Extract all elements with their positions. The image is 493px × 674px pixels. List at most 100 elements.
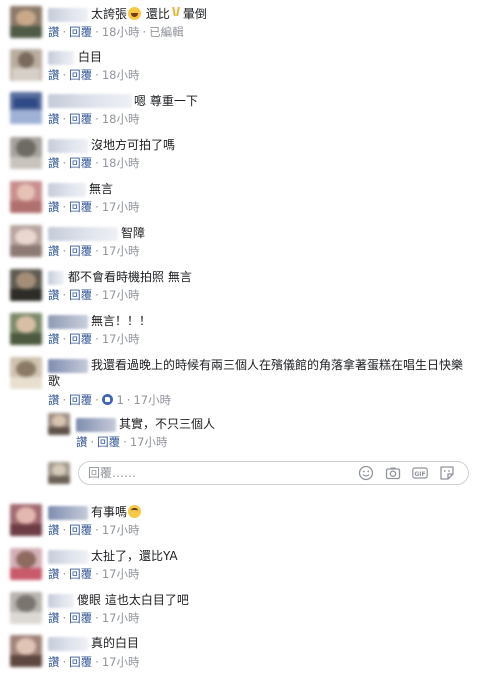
sticker-icon[interactable]: [439, 465, 455, 481]
reply-button[interactable]: 回覆: [69, 200, 92, 214]
commenter-name[interactable]: [48, 94, 132, 108]
reply-input[interactable]: 回覆…… GIF: [78, 461, 469, 485]
commenter-name[interactable]: [48, 139, 88, 153]
avatar[interactable]: [10, 357, 42, 389]
avatar[interactable]: [10, 592, 42, 624]
timestamp[interactable]: 17小時: [102, 244, 140, 258]
like-button[interactable]: 讚: [48, 332, 60, 346]
comment-actions: 讚 · 回覆 · 18小時: [48, 156, 139, 170]
like-button[interactable]: 讚: [48, 200, 60, 214]
comment-actions: 讚 · 回覆 · 17小時: [48, 567, 139, 581]
reply-button[interactable]: 回覆: [69, 244, 92, 258]
separator: ·: [62, 68, 67, 82]
like-button[interactable]: 讚: [48, 112, 60, 126]
gif-icon[interactable]: GIF: [412, 465, 428, 481]
avatar[interactable]: [10, 313, 42, 345]
reply-button[interactable]: 回覆: [69, 393, 92, 407]
camera-icon[interactable]: [385, 465, 401, 481]
reply-button[interactable]: 回覆: [69, 332, 92, 346]
commenter-name[interactable]: [48, 8, 88, 22]
timestamp[interactable]: 17小時: [102, 288, 140, 302]
comment-actions: 讚 · 回覆 · 17小時: [48, 611, 139, 625]
reply-button[interactable]: 回覆: [69, 611, 92, 625]
avatar[interactable]: [10, 181, 42, 213]
separator: ·: [95, 112, 99, 126]
reply-button[interactable]: 回覆: [69, 655, 92, 669]
comment-actions: 讚 · 回覆 · 17小時: [76, 435, 167, 449]
timestamp[interactable]: 17小時: [102, 523, 140, 537]
timestamp[interactable]: 17小時: [102, 567, 140, 581]
comment: 嗯 尊重一下 讚 · 回覆 · 18小時: [0, 88, 493, 132]
commenter-name[interactable]: [48, 594, 74, 608]
commenter-name[interactable]: [48, 315, 88, 329]
comment-text-part: 太誇張: [91, 7, 128, 21]
timestamp[interactable]: 17小時: [130, 435, 168, 449]
reply-button[interactable]: 回覆: [69, 523, 92, 537]
timestamp[interactable]: 18小時: [102, 156, 140, 170]
like-button[interactable]: 讚: [76, 435, 88, 449]
avatar[interactable]: [48, 413, 70, 435]
separator: ·: [62, 244, 67, 258]
commenter-name[interactable]: [48, 271, 64, 285]
reply-button[interactable]: 回覆: [69, 68, 92, 82]
reply-button[interactable]: 回覆: [69, 25, 92, 39]
commenter-name[interactable]: [48, 637, 88, 651]
commenter-name[interactable]: [48, 51, 74, 65]
separator: ·: [95, 611, 99, 625]
separator: ·: [142, 25, 147, 39]
timestamp[interactable]: 18小時: [102, 68, 140, 82]
timestamp[interactable]: 18小時: [102, 112, 140, 126]
commenter-name[interactable]: [48, 183, 86, 197]
comment-text-part: 有事嗎: [91, 505, 128, 519]
commenter-name[interactable]: [48, 550, 88, 564]
avatar[interactable]: [10, 225, 42, 257]
timestamp[interactable]: 17小時: [133, 393, 171, 407]
edited-label[interactable]: 已編輯: [149, 25, 184, 39]
comment-actions: 讚 · 回覆 · 1 · 17小時: [48, 393, 171, 407]
emoji-picker-icon[interactable]: [358, 465, 374, 481]
separator: ·: [95, 156, 99, 170]
reply-button[interactable]: 回覆: [97, 435, 120, 449]
timestamp[interactable]: 18小時: [102, 25, 140, 39]
comment-text: 我還看過晚上的時候有兩三個人在殯儀館的角落拿著蛋糕在唱生日快樂歌: [48, 358, 464, 388]
like-button[interactable]: 讚: [48, 655, 60, 669]
separator: ·: [62, 200, 67, 214]
commenter-name[interactable]: [48, 227, 118, 241]
like-button[interactable]: 讚: [48, 288, 60, 302]
comment: 沒地方可拍了嗎 讚 · 回覆 · 18小時: [0, 132, 493, 176]
like-count[interactable]: 1: [116, 393, 123, 407]
timestamp[interactable]: 17小時: [102, 655, 140, 669]
like-reaction-icon[interactable]: [101, 394, 113, 405]
commenter-name[interactable]: [48, 506, 88, 520]
reply-button[interactable]: 回覆: [69, 156, 92, 170]
like-button[interactable]: 讚: [48, 156, 60, 170]
reply-button[interactable]: 回覆: [69, 112, 92, 126]
current-user-avatar: [48, 462, 70, 484]
commenter-name[interactable]: [76, 418, 116, 432]
like-button[interactable]: 讚: [48, 25, 60, 39]
avatar[interactable]: [10, 269, 42, 301]
like-button[interactable]: 讚: [48, 244, 60, 258]
avatar[interactable]: [10, 49, 42, 81]
avatar[interactable]: [10, 6, 42, 38]
avatar[interactable]: [10, 635, 42, 667]
victory-hand-emoji-icon: [172, 7, 181, 20]
avatar[interactable]: [10, 137, 42, 169]
avatar[interactable]: [10, 504, 42, 536]
like-button[interactable]: 讚: [48, 68, 60, 82]
like-button[interactable]: 讚: [48, 611, 60, 625]
comment-text: 都不會看時機拍照 無言: [68, 270, 192, 284]
svg-text:GIF: GIF: [414, 471, 425, 478]
separator: ·: [95, 655, 99, 669]
timestamp[interactable]: 17小時: [102, 332, 140, 346]
avatar[interactable]: [10, 548, 42, 580]
timestamp[interactable]: 17小時: [102, 200, 140, 214]
timestamp[interactable]: 17小時: [102, 611, 140, 625]
reply-button[interactable]: 回覆: [69, 288, 92, 302]
like-button[interactable]: 讚: [48, 393, 60, 407]
like-button[interactable]: 讚: [48, 567, 60, 581]
reply-button[interactable]: 回覆: [69, 567, 92, 581]
like-button[interactable]: 讚: [48, 523, 60, 537]
separator: ·: [62, 112, 67, 126]
avatar[interactable]: [10, 92, 42, 124]
